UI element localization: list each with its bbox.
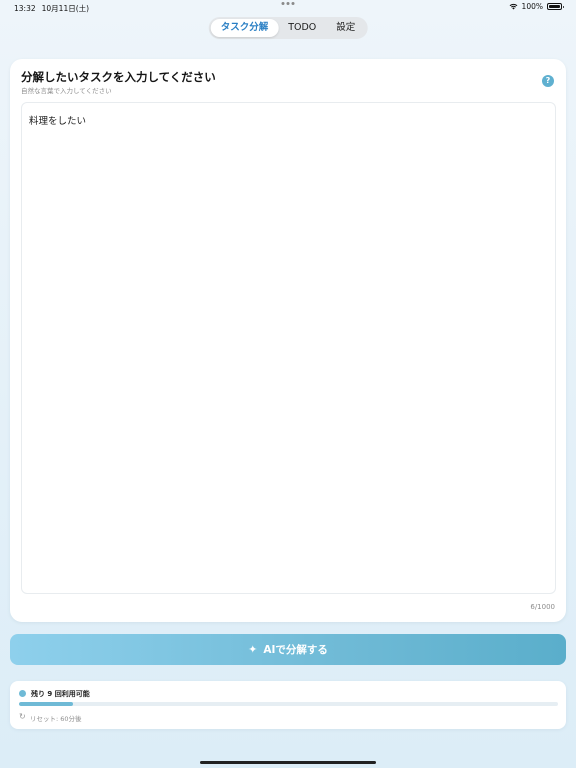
battery-icon bbox=[547, 3, 564, 10]
tab-todo[interactable]: TODO bbox=[278, 19, 326, 37]
usage-dot-icon bbox=[19, 690, 26, 697]
status-time: 13:32 10月11日(土) bbox=[14, 3, 89, 14]
clock-date: 10月11日(土) bbox=[41, 4, 90, 13]
status-bar: 13:32 10月11日(土) 100% bbox=[0, 0, 576, 14]
reset-text: リセット: 60分後 bbox=[30, 715, 82, 723]
card-title: 分解したいタスクを入力してください bbox=[21, 70, 216, 84]
card-subtitle: 自然な言葉で入力してください bbox=[21, 87, 112, 95]
tab-task-decompose[interactable]: タスク分解 bbox=[210, 19, 279, 37]
tab-bar: タスク分解 TODO 設定 bbox=[208, 17, 368, 39]
usage-card: 残り 9 回利用可能 ↻ リセット: 60分後 bbox=[10, 681, 566, 729]
status-indicators: 100% bbox=[509, 2, 564, 11]
wifi-icon bbox=[509, 3, 517, 10]
task-input-card: 分解したいタスクを入力してください 自然な言葉で入力してください ? 6/100… bbox=[10, 59, 566, 622]
usage-progress-bar bbox=[19, 702, 558, 706]
ai-button-label: AIで分解する bbox=[263, 644, 328, 656]
home-indicator[interactable] bbox=[200, 761, 376, 764]
tab-settings[interactable]: 設定 bbox=[326, 19, 365, 37]
sparkle-icon: ✦ bbox=[248, 643, 258, 656]
help-icon[interactable]: ? bbox=[542, 75, 554, 87]
clock-time: 13:32 bbox=[14, 4, 36, 13]
task-input[interactable] bbox=[21, 102, 556, 594]
battery-percent: 100% bbox=[521, 2, 543, 11]
ai-decompose-button[interactable]: ✦ AIで分解する bbox=[10, 634, 566, 665]
multitasking-dots-icon[interactable] bbox=[281, 2, 295, 5]
usage-progress-fill bbox=[19, 702, 73, 706]
usage-remaining: 残り 9 回利用可能 bbox=[31, 690, 90, 698]
char-count: 6/1000 bbox=[530, 603, 555, 611]
reset-icon: ↻ bbox=[19, 712, 26, 721]
